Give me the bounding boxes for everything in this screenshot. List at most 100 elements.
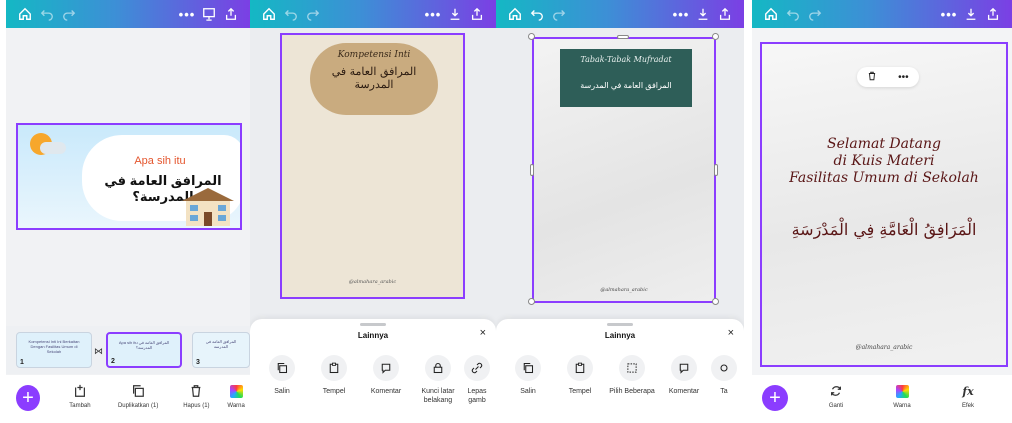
editor-panel-1: ••• Apa sih itu المرافق العامة في المدرس… xyxy=(6,0,250,423)
option-label: Komentar xyxy=(668,388,700,395)
lock-background-option[interactable]: Kunci latar belakang xyxy=(412,355,464,405)
editor-panel-3: ••• Tabak-Tabak Mufradat المرافق العامة … xyxy=(496,0,744,423)
redo-icon[interactable] xyxy=(302,3,324,25)
tool-label: Ganti xyxy=(828,403,844,409)
home-icon[interactable] xyxy=(258,3,280,25)
option-label: Pilih Beberapa xyxy=(609,388,655,395)
undo-icon[interactable] xyxy=(36,3,58,25)
option-label: Tempel xyxy=(322,388,346,395)
more-option[interactable]: Ta xyxy=(710,355,738,396)
resize-handle-bottom-right[interactable] xyxy=(712,298,719,305)
copy-option[interactable]: Salin xyxy=(502,355,554,396)
delete-button[interactable]: Hapus (1) xyxy=(171,381,223,409)
download-icon[interactable] xyxy=(444,3,466,25)
resize-handle-top-right[interactable] xyxy=(712,33,719,40)
thumbnail-number: 2 xyxy=(111,358,115,365)
resize-handle-left[interactable] xyxy=(530,164,534,176)
more-options-icon[interactable]: ••• xyxy=(422,3,444,25)
redo-icon[interactable] xyxy=(804,3,826,25)
paste-option[interactable]: Tempel xyxy=(308,355,360,405)
design-canvas[interactable]: ••• Selamat Datang di Kuis Materi Fasili… xyxy=(760,42,1008,367)
option-label: Salin xyxy=(274,388,290,395)
thumbnail-number: 3 xyxy=(196,359,200,366)
social-handle: @almahara_arabic xyxy=(600,287,648,293)
tool-label: Tambah xyxy=(69,403,91,409)
home-icon[interactable] xyxy=(760,3,782,25)
option-label: Salin xyxy=(520,388,536,395)
more-options-icon[interactable]: ••• xyxy=(898,72,909,83)
share-icon[interactable] xyxy=(220,3,242,25)
share-icon[interactable] xyxy=(466,3,488,25)
title-blob: Kompetensi Inti المرافق العامة في المدرس… xyxy=(310,43,438,115)
top-toolbar: ••• xyxy=(6,0,250,28)
design-canvas[interactable]: Kompetensi Inti المرافق العامة في المدرس… xyxy=(280,33,465,299)
add-button[interactable]: + xyxy=(16,385,41,411)
download-icon[interactable] xyxy=(692,3,714,25)
resize-handle-bottom-left[interactable] xyxy=(528,298,535,305)
sheet-grip[interactable] xyxy=(360,323,386,326)
present-icon[interactable] xyxy=(198,3,220,25)
close-icon[interactable]: × xyxy=(480,327,486,339)
page-thumbnail-1[interactable]: Kompetensi Inti Ini Berkaitan Dengan Fas… xyxy=(16,332,92,368)
page-thumbnail-2[interactable]: Apa sih itu المرافق العامة في المدرسة؟ 2 xyxy=(106,332,182,368)
copy-icon xyxy=(269,355,295,381)
copy-option[interactable]: Salin xyxy=(256,355,308,405)
lock-icon xyxy=(425,355,451,381)
close-icon[interactable]: × xyxy=(728,327,734,339)
editor-panel-4: ••• ••• Selamat Datang di Kuis Materi Fa… xyxy=(752,0,1012,423)
effects-button[interactable]: fx Efek xyxy=(940,381,996,410)
sheet-title: Lainnya xyxy=(357,331,389,340)
page-thumbnail-3[interactable]: المرافق العامة في المدرسة 3 xyxy=(192,332,250,368)
title-banner: Tabak-Tabak Mufradat المرافق العامة في ا… xyxy=(560,49,692,107)
design-canvas[interactable]: Tabak-Tabak Mufradat المرافق العامة في ا… xyxy=(532,37,716,303)
comment-option[interactable]: Komentar xyxy=(658,355,710,396)
detach-image-option[interactable]: Lepas gamb xyxy=(464,355,490,405)
redo-icon[interactable] xyxy=(58,3,80,25)
slide-canvas[interactable]: Apa sih itu المرافق العامة في المدرسة؟ xyxy=(16,123,242,230)
redo-icon[interactable] xyxy=(548,3,570,25)
home-icon[interactable] xyxy=(14,3,36,25)
tool-label: Warna xyxy=(227,403,245,409)
share-icon[interactable] xyxy=(982,3,1004,25)
copy-icon xyxy=(515,355,541,381)
sheet-grip[interactable] xyxy=(607,323,633,326)
effects-icon: fx xyxy=(962,384,974,398)
welcome-title: Selamat Datang di Kuis Materi Fasilitas … xyxy=(762,136,1006,187)
color-button[interactable]: Warna xyxy=(222,381,250,409)
resize-handle-top[interactable] xyxy=(617,35,629,39)
resize-handle-top-left[interactable] xyxy=(528,33,535,40)
more-options-icon[interactable]: ••• xyxy=(670,3,692,25)
color-icon xyxy=(229,381,243,401)
more-options-icon[interactable]: ••• xyxy=(938,3,960,25)
home-icon[interactable] xyxy=(504,3,526,25)
thumbnail-text: Kompetensi Inti Ini Berkaitan Dengan Fas… xyxy=(28,339,80,354)
welcome-line-1: Selamat Datang xyxy=(827,136,941,152)
undo-icon[interactable] xyxy=(280,3,302,25)
color-button[interactable]: Warna xyxy=(874,381,930,409)
undo-icon[interactable] xyxy=(526,3,548,25)
replace-button[interactable]: Ganti xyxy=(808,381,864,409)
duplicate-icon xyxy=(131,381,145,401)
more-options-icon[interactable]: ••• xyxy=(176,3,198,25)
title-arabic: المرافق العامة في المدرسة xyxy=(331,65,417,91)
select-multiple-option[interactable]: Pilih Beberapa xyxy=(606,355,658,396)
paste-option[interactable]: Tempel xyxy=(554,355,606,396)
share-icon[interactable] xyxy=(714,3,736,25)
resize-handle-right[interactable] xyxy=(714,164,718,176)
add-button[interactable]: + xyxy=(762,385,788,411)
duplicate-button[interactable]: Duplikatkan (1) xyxy=(106,381,171,409)
tool-label: Duplikatkan (1) xyxy=(117,403,159,409)
download-icon[interactable] xyxy=(960,3,982,25)
comment-option[interactable]: Komentar xyxy=(360,355,412,405)
thumbnail-text: Apa sih itu المرافق العامة في المدرسة؟ xyxy=(118,340,170,350)
color-icon xyxy=(895,381,909,401)
top-toolbar: ••• xyxy=(752,0,1012,28)
trash-icon[interactable] xyxy=(867,71,877,84)
more-options-sheet: Lainnya × Salin Tempel Komentar Kunci la… xyxy=(250,319,496,423)
welcome-line-2: di Kuis Materi xyxy=(833,153,935,169)
add-page-button[interactable]: Tambah xyxy=(54,381,106,409)
undo-icon[interactable] xyxy=(782,3,804,25)
link-icon[interactable]: ⋈ xyxy=(94,346,103,357)
top-toolbar: ••• xyxy=(250,0,496,28)
welcome-line-3: Fasilitas Umum di Sekolah xyxy=(789,170,979,186)
